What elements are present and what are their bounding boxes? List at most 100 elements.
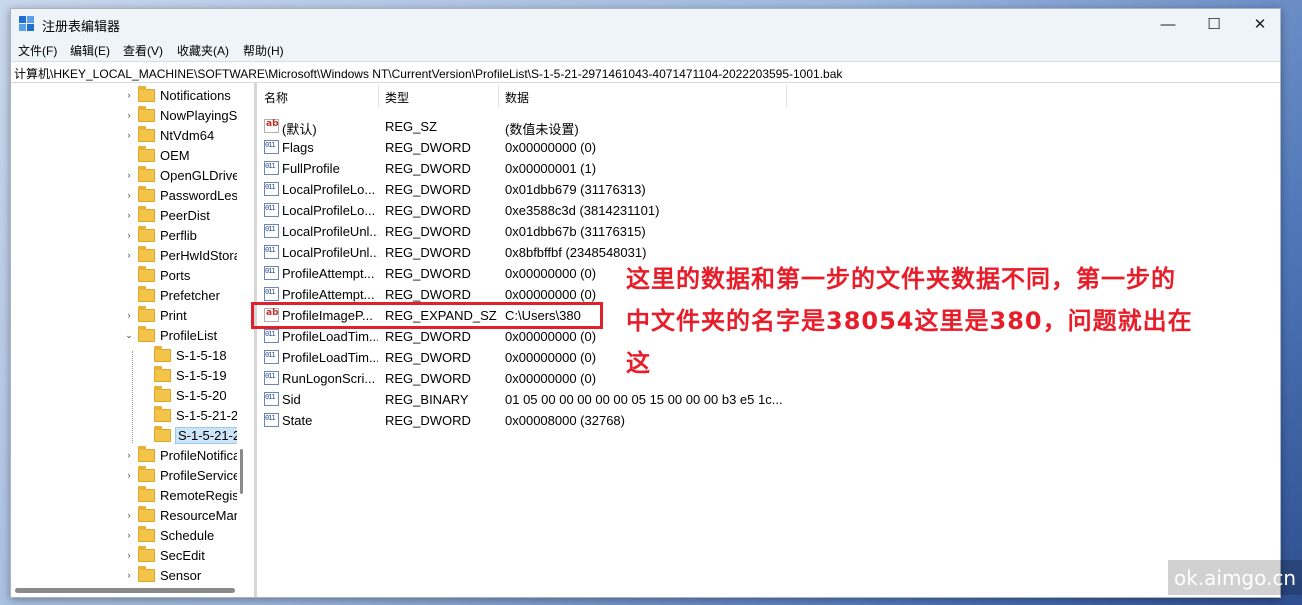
value-row[interactable]: Flags REG_DWORD 0x00000000 (0): [257, 137, 817, 158]
value-type: REG_DWORD: [385, 203, 471, 218]
string-value-icon: [264, 119, 279, 133]
key-tree[interactable]: › Notifications › NowPlayingSes › NtVdm64 OEM ›…: [14, 85, 237, 582]
menu-help[interactable]: 帮助(H): [243, 42, 284, 59]
minimize-button[interactable]: —: [1145, 9, 1191, 39]
menu-file[interactable]: 文件(F): [18, 42, 57, 59]
expand-chevron-icon[interactable]: ›: [124, 210, 134, 220]
tree-item[interactable]: S-1-5-20: [140, 385, 227, 405]
tree-item[interactable]: › Print: [124, 305, 187, 325]
tree-item[interactable]: › ProfileNotificat: [124, 445, 237, 465]
tree-item-label: Print: [160, 307, 187, 323]
tree-horizontal-scrollbar[interactable]: [15, 588, 235, 593]
address-bar[interactable]: 计算机\HKEY_LOCAL_MACHINE\SOFTWARE\Microsof…: [11, 61, 1280, 83]
tree-item[interactable]: › NtVdm64: [124, 125, 214, 145]
window-title: 注册表编辑器: [42, 19, 121, 34]
expand-chevron-icon[interactable]: ›: [124, 310, 134, 320]
expand-chevron-icon[interactable]: ›: [124, 190, 134, 200]
value-row[interactable]: LocalProfileLo... REG_DWORD 0xe3588c3d (38…: [257, 200, 817, 221]
tree-item[interactable]: › ProfileService: [124, 465, 237, 485]
address-path[interactable]: 计算机\HKEY_LOCAL_MACHINE\SOFTWARE\Microsof…: [14, 65, 842, 82]
value-name: ProfileAttempt...: [282, 266, 375, 281]
expand-chevron-icon[interactable]: ›: [124, 530, 134, 540]
value-data: 0x01dbb679 (31176313): [505, 182, 646, 197]
column-divider[interactable]: [786, 85, 787, 107]
folder-icon: [138, 505, 155, 522]
tree-item[interactable]: › Perflib: [124, 225, 197, 245]
tree-item[interactable]: › Notifications: [124, 85, 231, 105]
tree-item[interactable]: RemoteRegistr: [124, 485, 237, 505]
tree-item[interactable]: S-1-5-21-29: [140, 405, 237, 425]
tree-item[interactable]: › NowPlayingSes: [124, 105, 237, 125]
expand-chevron-icon[interactable]: ›: [124, 450, 134, 460]
value-row[interactable]: LocalProfileLo... REG_DWORD 0x01dbb679 (31…: [257, 179, 817, 200]
column-name-header[interactable]: 名称: [264, 89, 288, 106]
binary-value-icon: [264, 245, 279, 259]
tree-item[interactable]: › Schedule: [124, 525, 214, 545]
tree-item[interactable]: S-1-5-18: [140, 345, 227, 365]
value-name: RunLogonScri...: [282, 371, 376, 386]
tree-item-label: Notifications: [160, 87, 231, 103]
folder-icon: [138, 225, 155, 242]
value-row[interactable]: FullProfile REG_DWORD 0x00000001 (1): [257, 158, 817, 179]
expand-chevron-icon[interactable]: ›: [124, 90, 134, 100]
value-row[interactable]: Sid REG_BINARY 01 05 00 00 00 00 00 05 15 …: [257, 389, 817, 410]
value-type: REG_DWORD: [385, 371, 471, 386]
tree-item[interactable]: ⌄ ProfileList: [124, 325, 217, 345]
tree-item-label: Perflib: [160, 227, 197, 243]
tree-item[interactable]: S-1-5-21-29: [140, 425, 237, 445]
folder-icon: [138, 525, 155, 542]
expand-chevron-icon[interactable]: ›: [124, 570, 134, 580]
menu-view[interactable]: 查看(V): [123, 42, 163, 59]
tree-item[interactable]: › OpenGLDrivers: [124, 165, 237, 185]
folder-icon: [138, 125, 155, 142]
expand-chevron-icon[interactable]: ›: [124, 550, 134, 560]
expand-chevron-icon[interactable]: ›: [124, 130, 134, 140]
value-name: Flags: [282, 140, 314, 155]
tree-item-label: S-1-5-19: [176, 367, 227, 383]
value-row[interactable]: State REG_DWORD 0x00008000 (32768): [257, 410, 817, 431]
collapse-chevron-icon[interactable]: ⌄: [124, 330, 134, 341]
tree-item[interactable]: › PasswordLess: [124, 185, 237, 205]
tree-item[interactable]: S-1-5-19: [140, 365, 227, 385]
tree-item[interactable]: › ResourceMana: [124, 505, 237, 525]
value-row[interactable]: (默认) REG_SZ (数值未设置): [257, 116, 817, 137]
tree-item[interactable]: › Sensor: [124, 565, 201, 582]
value-name: ProfileImageP...: [282, 308, 373, 323]
title-bar[interactable]: 注册表编辑器 — ☐ ✕: [11, 9, 1280, 39]
tree-item-label: PerHwIdStorag: [160, 247, 237, 263]
close-button[interactable]: ✕: [1237, 9, 1280, 39]
value-data: 0xe3588c3d (3814231101): [505, 203, 660, 218]
folder-icon: [138, 465, 155, 482]
maximize-button[interactable]: ☐: [1191, 9, 1237, 39]
tree-item[interactable]: › PeerDist: [124, 205, 210, 225]
value-type: REG_DWORD: [385, 140, 471, 155]
folder-icon: [138, 165, 155, 182]
value-type: REG_DWORD: [385, 224, 471, 239]
column-divider[interactable]: [378, 85, 379, 107]
expand-chevron-icon[interactable]: ›: [124, 230, 134, 240]
menu-edit[interactable]: 编辑(E): [70, 42, 110, 59]
tree-item[interactable]: Prefetcher: [124, 285, 220, 305]
folder-icon: [138, 185, 155, 202]
tree-item[interactable]: Ports: [124, 265, 190, 285]
column-divider[interactable]: [498, 85, 499, 107]
binary-value-icon: [264, 161, 279, 175]
menu-favorites[interactable]: 收藏夹(A): [177, 42, 229, 59]
column-data-header[interactable]: 数据: [505, 89, 529, 106]
expand-chevron-icon[interactable]: ›: [124, 510, 134, 520]
expand-chevron-icon[interactable]: ›: [124, 250, 134, 260]
tree-item[interactable]: › SecEdit: [124, 545, 205, 565]
expand-chevron-icon[interactable]: ›: [124, 110, 134, 120]
column-type-header[interactable]: 类型: [385, 89, 409, 106]
tree-item[interactable]: › PerHwIdStorag: [124, 245, 237, 265]
expand-chevron-icon[interactable]: ›: [124, 170, 134, 180]
expand-chevron-icon[interactable]: ›: [124, 470, 134, 480]
tree-vertical-scrollbar[interactable]: [240, 449, 243, 494]
binary-value-icon: [264, 413, 279, 427]
tree-item[interactable]: OEM: [124, 145, 190, 165]
value-data: (数值未设置): [505, 122, 579, 137]
value-type: REG_BINARY: [385, 392, 469, 407]
value-name: State: [282, 413, 313, 428]
value-row[interactable]: LocalProfileUnl... REG_DWORD 0x01dbb67b (3…: [257, 221, 817, 242]
string-value-icon: [264, 308, 279, 322]
